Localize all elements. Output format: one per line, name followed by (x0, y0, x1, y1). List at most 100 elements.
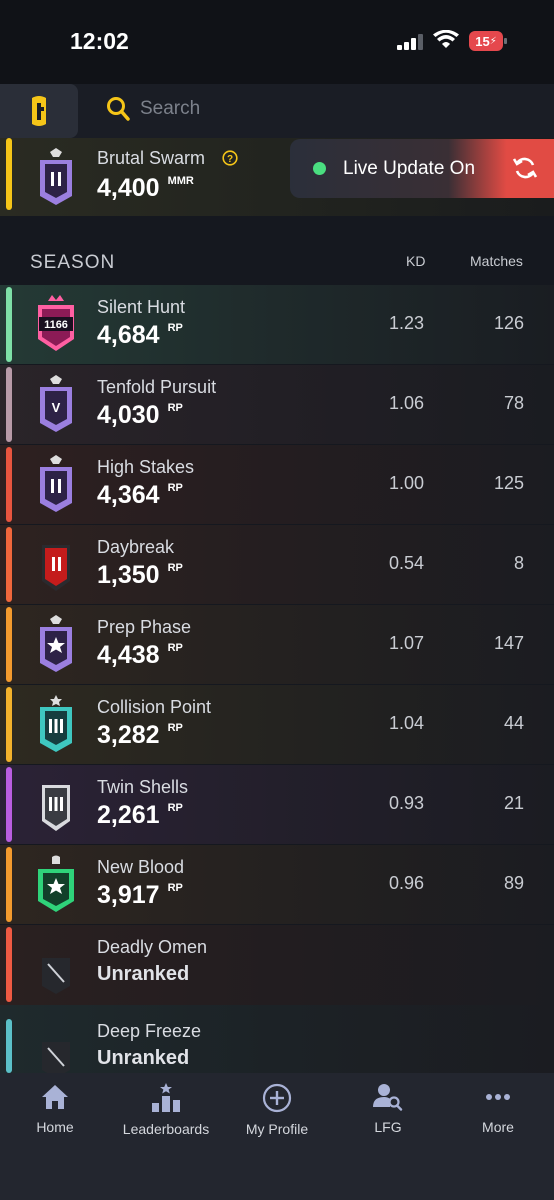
season-row[interactable]: New Blood 3,917 RP 0.96 89 (0, 845, 554, 924)
column-header-matches: Matches (470, 253, 523, 269)
leaderboard-icon (152, 1083, 180, 1112)
season-title: SEASON (30, 252, 116, 273)
season-kd: 1.23 (388, 313, 424, 333)
rp-unit: RP (167, 482, 183, 494)
app-logo-button[interactable] (0, 84, 78, 138)
column-header-kd: KD (406, 253, 426, 269)
season-row[interactable]: 1166 Silent Hunt 4,684 RP 1.23 126 (0, 285, 554, 364)
battery-level: 15 (475, 33, 490, 49)
nav-more-label: More (482, 1119, 514, 1135)
season-row[interactable]: V Tenfold Pursuit 4,030 RP 1.06 78 (0, 365, 554, 444)
champion-rank-badge-icon: 1166 (38, 295, 74, 351)
ranked-value: 4,400 (97, 174, 160, 202)
unranked-status: Unranked (97, 1047, 190, 1069)
season-name: Silent Hunt (97, 297, 186, 317)
season-row[interactable]: Daybreak 1,350 RP 0.54 8 (0, 525, 554, 604)
silver-rank-badge-icon (42, 785, 70, 831)
season-rp-value: 4,438 (97, 641, 160, 669)
season-matches: 126 (493, 313, 524, 333)
ranked-name: Brutal Swarm (97, 148, 206, 168)
rank-badge-icon (40, 148, 72, 205)
season-rp-value: 3,282 (97, 721, 160, 749)
emerald-rank-badge-icon (38, 855, 74, 912)
nav-home-label: Home (36, 1119, 74, 1135)
nav-my-profile-label: My Profile (245, 1121, 309, 1137)
wifi-icon (433, 30, 459, 48)
rp-unit: RP (167, 642, 183, 654)
search-bar[interactable]: Search (106, 96, 200, 122)
season-rp-value: 3,917 (97, 881, 160, 909)
season-rp-value: 1,350 (97, 561, 160, 589)
season-name: Tenfold Pursuit (97, 377, 217, 397)
unranked-status: Unranked (97, 963, 190, 985)
season-name: Prep Phase (97, 617, 192, 637)
nav-more[interactable]: More (443, 1083, 553, 1153)
champion-rank-number: 1166 (44, 319, 68, 331)
season-row[interactable]: High Stakes 4,364 RP 1.00 125 (0, 445, 554, 524)
nav-lfg-label: LFG (374, 1119, 402, 1135)
season-matches: 78 (503, 393, 524, 413)
diamond-rank-badge-icon: V (40, 375, 72, 432)
rp-unit: RP (167, 402, 183, 414)
season-section-header: SEASON KD Matches (0, 240, 554, 284)
season-row[interactable]: Collision Point 3,282 RP 1.04 44 (0, 685, 554, 764)
home-icon (42, 1085, 68, 1109)
svg-text:V: V (52, 400, 61, 415)
season-rp-value: 4,684 (97, 321, 160, 349)
season-row[interactable]: Twin Shells 2,261 RP 0.93 21 (0, 765, 554, 844)
season-matches: 44 (503, 713, 524, 733)
live-status-dot (313, 162, 326, 175)
season-matches: 89 (503, 873, 524, 893)
siege-logo-icon (32, 96, 46, 126)
season-row[interactable]: Prep Phase 4,438 RP 1.07 147 (0, 605, 554, 684)
season-rp-value: 4,030 (97, 401, 160, 429)
nav-lfg[interactable]: LFG (333, 1083, 443, 1153)
nav-my-profile[interactable]: My Profile (222, 1083, 332, 1153)
season-kd: 0.93 (388, 793, 424, 813)
season-name: Collision Point (97, 697, 212, 717)
nav-home[interactable]: Home (0, 1083, 110, 1153)
diamond-rank-badge-icon (40, 455, 72, 512)
season-name: New Blood (97, 857, 185, 877)
battery-indicator: 15 ⚡ (469, 31, 507, 51)
season-name: Daybreak (97, 537, 175, 557)
rp-unit: RP (167, 722, 183, 734)
season-row[interactable]: Deadly Omen Unranked (0, 925, 554, 1005)
nav-leaderboards-label: Leaderboards (122, 1121, 210, 1137)
bottom-navigation: Home Leaderboards My Profile LFG More (0, 1073, 554, 1200)
cellular-signal-icon (397, 34, 423, 50)
season-kd: 0.96 (388, 873, 424, 893)
season-name: Twin Shells (97, 777, 189, 797)
rp-unit: RP (167, 322, 183, 334)
season-matches: 147 (493, 633, 524, 653)
refresh-icon (512, 157, 538, 179)
search-header: Search (0, 84, 554, 138)
live-update-label: Live Update On (343, 157, 476, 179)
rp-unit: RP (167, 882, 183, 894)
status-time: 12:02 (70, 28, 129, 54)
season-matches: 21 (503, 793, 524, 813)
nav-leaderboards[interactable]: Leaderboards (111, 1083, 221, 1153)
live-update-toggle[interactable]: Live Update On (290, 139, 554, 198)
season-matches: 125 (493, 473, 524, 493)
season-row[interactable]: Deep Freeze Unranked (0, 1005, 554, 1078)
season-name: Deadly Omen (97, 937, 208, 957)
season-name: High Stakes (97, 457, 195, 477)
season-matches: 8 (513, 553, 524, 573)
diamond-rank-badge-icon (40, 615, 72, 672)
svg-text:?: ? (227, 154, 233, 165)
platinum-rank-badge-icon (40, 695, 72, 752)
more-dots-icon (486, 1094, 510, 1100)
help-icon[interactable]: ? (222, 150, 238, 166)
search-icon (107, 97, 130, 121)
ranked-unit: MMR (167, 175, 194, 187)
add-circle-icon (262, 1083, 292, 1113)
season-kd: 1.06 (388, 393, 424, 413)
season-kd: 1.07 (388, 633, 424, 653)
season-kd: 1.00 (388, 473, 424, 493)
status-bar: 12:02 15 ⚡ (0, 0, 554, 84)
season-name: Deep Freeze (97, 1021, 202, 1041)
search-input[interactable]: Search (140, 98, 200, 120)
unranked-badge-icon (42, 958, 70, 994)
user-search-icon (373, 1084, 403, 1111)
